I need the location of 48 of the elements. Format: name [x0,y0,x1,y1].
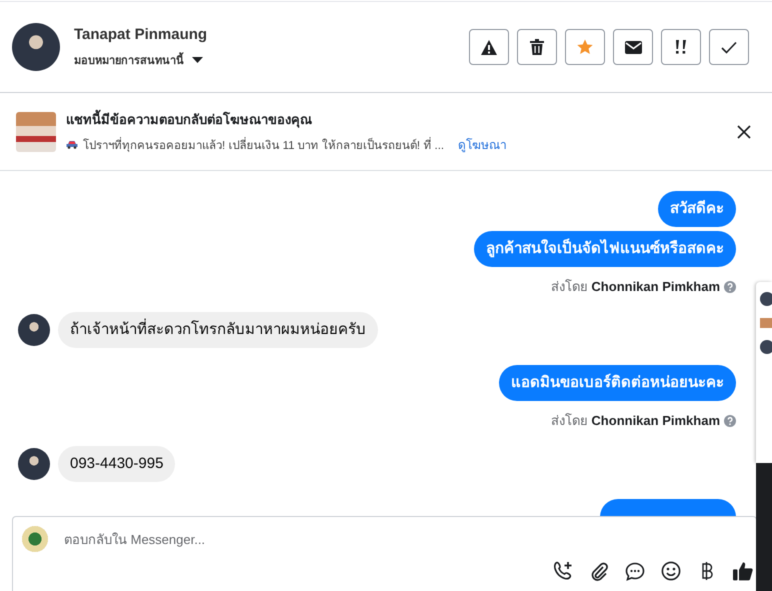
ad-thumbnail [760,318,772,328]
saved-reply-button[interactable] [624,560,646,582]
star-icon [577,39,593,55]
envelope-icon [624,40,642,54]
car-icon [66,140,78,149]
assign-conversation-dropdown[interactable]: มอบหมายการสนทนานี้ [74,50,203,68]
received-message-bubble: 093-4430-995 [58,446,176,482]
thumbs-up-icon [733,562,753,580]
trash-icon [530,39,544,55]
page-logo [22,526,48,552]
phone-plus-icon [553,561,573,581]
sent-message-bubble: ลูกค้าสนใจเป็นจัดไฟแนนซ์หรือสดคะ [474,231,736,267]
ad-text-snippet: โปราฯที่ทุกคนรอคอยมาแล้ว! เปลี่ยนเงิน 11 บาท ให้กลายเป็นรถยนต์! ที่ ... [83,136,444,154]
call-button[interactable] [552,560,574,582]
follow-up-button[interactable] [661,29,701,65]
close-button[interactable] [736,124,752,140]
speech-bubble-icon [625,562,645,580]
help-icon [724,280,736,292]
caret-icon [192,56,203,62]
avatar [760,340,772,354]
emoji-button[interactable] [660,560,682,582]
baht-icon [701,561,713,581]
sent-by-label: ส่งโดย Chonnikan Pimkham [550,278,720,296]
view-ad-link[interactable]: ดูโฆษณา [458,135,508,154]
exclamation-icon [673,39,689,55]
contact-name: Tanapat Pinmaung [74,26,208,42]
checkmark-icon [721,40,737,54]
mark-done-button[interactable] [709,29,749,65]
paperclip-icon [590,561,608,581]
sent-message-bubble: แอดมินขอเบอร์ติดต่อหน่อยนะคะ [499,365,736,401]
sender-avatar [18,448,50,480]
profile-photo [12,23,60,71]
smiley-icon [661,561,681,581]
warning-icon [481,40,497,54]
sent-message-bubble: สวัสดีคะ [658,191,736,227]
delete-button[interactable] [517,29,557,65]
ad-reply-notice: แชทนี้มีข้อความตอบกลับต่อโฆษณาของคุณ [66,109,736,130]
sender-avatar [18,314,50,346]
received-message-bubble: ถ้าเจ้าหน้าที่สะดวกโทรกลับมาหาผมหน่อยครับ [58,312,378,348]
help-icon [724,414,736,426]
star-button[interactable] [565,29,605,65]
ad-thumbnail [16,112,56,152]
avatar [760,292,772,306]
report-spam-button[interactable] [469,29,509,65]
mark-unread-button[interactable] [613,29,653,65]
sent-by-label: ส่งโดย Chonnikan Pimkham [550,412,720,430]
close-icon [736,124,752,140]
like-button[interactable] [732,560,754,582]
